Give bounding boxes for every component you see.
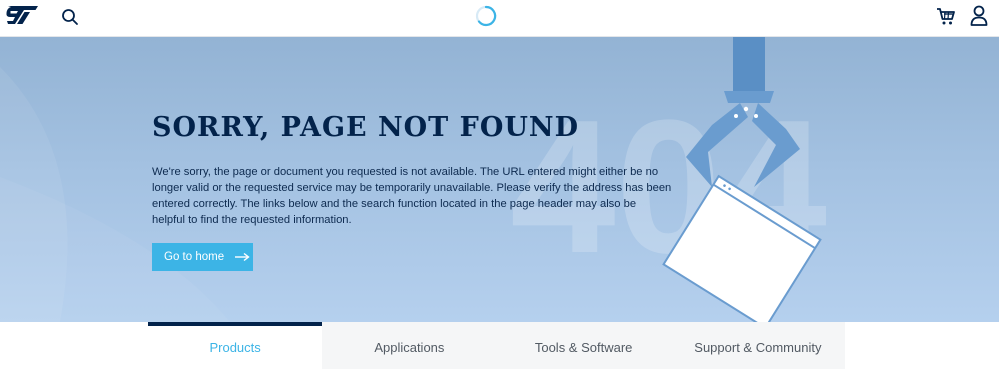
cart-icon[interactable]	[935, 5, 957, 27]
go-to-home-button[interactable]: Go to home	[152, 243, 253, 271]
top-bar	[0, 0, 999, 37]
user-icon[interactable]	[969, 4, 989, 28]
category-tabs: Products Applications Tools & Software S…	[148, 322, 845, 369]
tab-support-community[interactable]: Support & Community	[670, 322, 845, 369]
loading-spinner-icon	[475, 5, 497, 27]
arrow-right-icon	[235, 252, 250, 262]
page-title: SORRY, PAGE NOT FOUND	[152, 112, 580, 143]
tab-applications[interactable]: Applications	[322, 322, 497, 369]
go-to-home-label: Go to home	[164, 251, 225, 263]
search-icon[interactable]	[60, 7, 80, 27]
tab-tools-software[interactable]: Tools & Software	[496, 322, 671, 369]
tab-products[interactable]: Products	[148, 322, 323, 369]
not-found-hero: 404 SORRY, PAGE NOT FOUND We're sorry, t…	[0, 37, 999, 322]
error-message: We're sorry, the page or document you re…	[152, 166, 672, 226]
st-logo-icon[interactable]	[4, 4, 40, 26]
